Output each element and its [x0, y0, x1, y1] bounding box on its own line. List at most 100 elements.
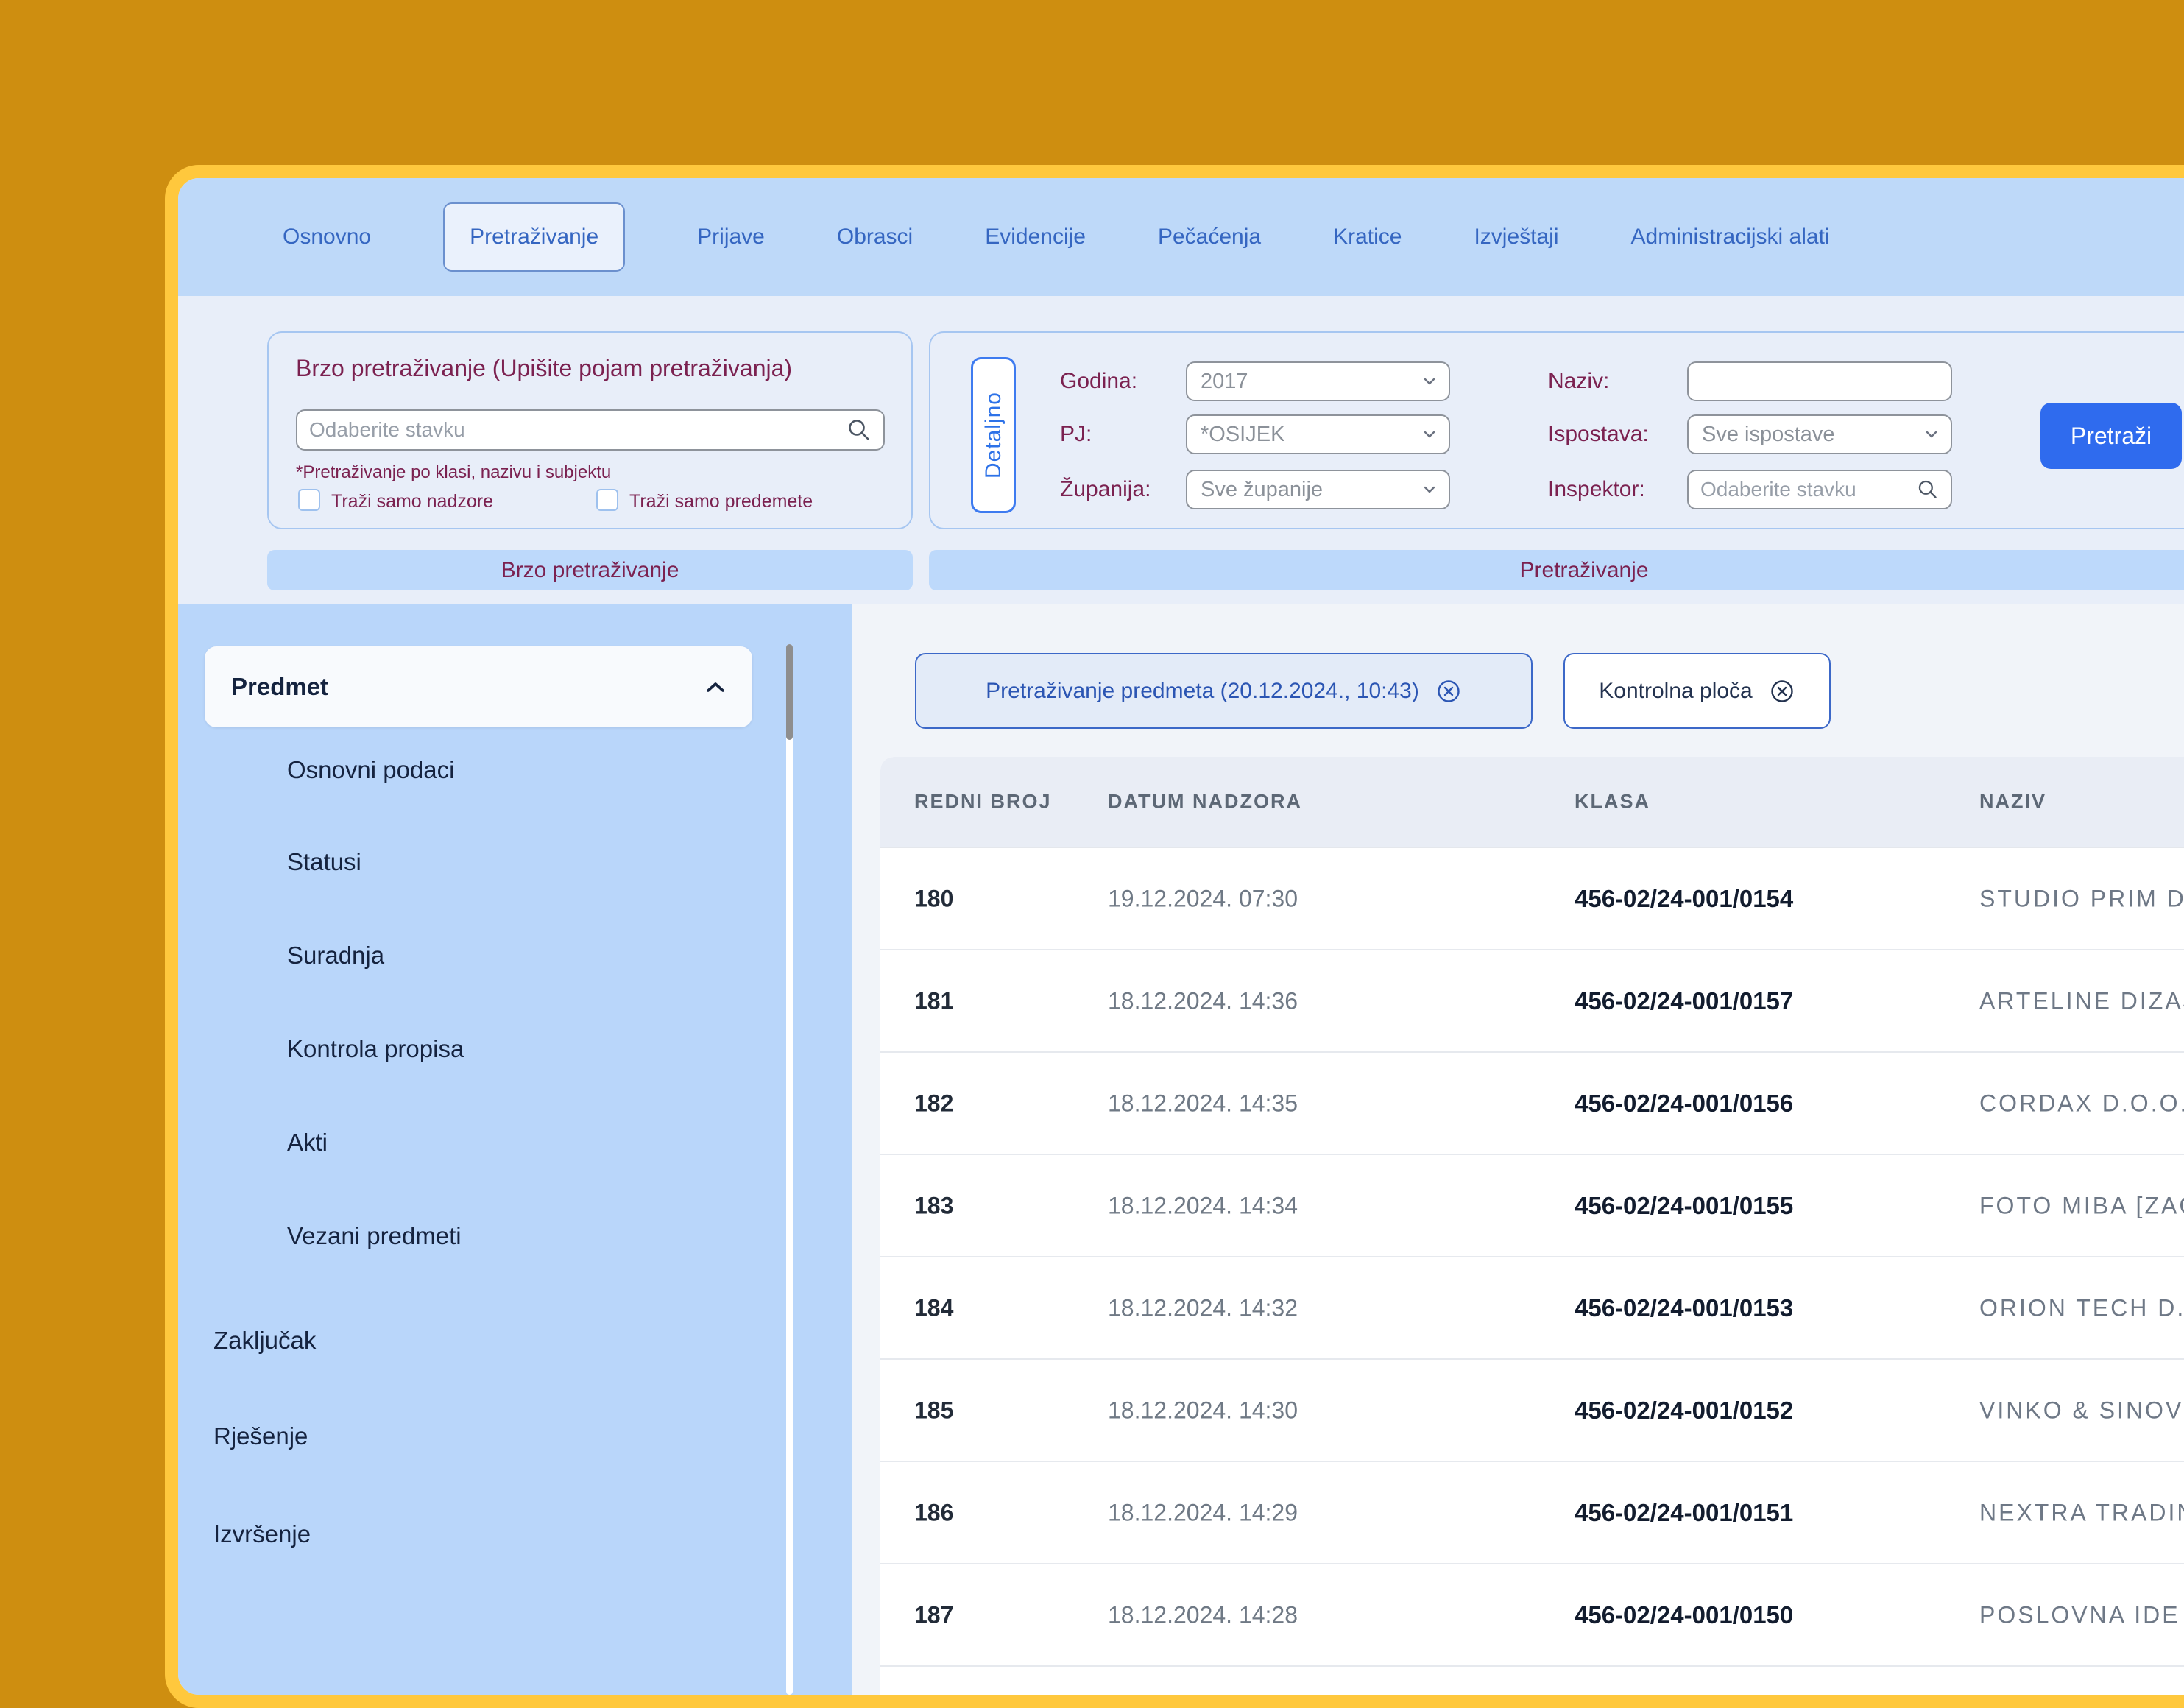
- sidebar-item-osnovni-podaci[interactable]: Osnovni podaci: [287, 756, 454, 784]
- quick-search-options: Traži samo nadzore Traži samo predemete: [269, 489, 911, 514]
- cell-redni: 184: [914, 1294, 953, 1321]
- cell-klasa: 456-02/24-001/0153: [1575, 1294, 1793, 1322]
- table-row[interactable]: 18518.12.2024. 14:30456-02/24-001/0152VI…: [880, 1360, 2184, 1462]
- quick-search-input[interactable]: [297, 418, 847, 442]
- cell-redni: 182: [914, 1090, 953, 1117]
- sidebar-scrollbar-thumb[interactable]: [786, 644, 793, 740]
- sidebar-item-rješenje[interactable]: Rješenje: [213, 1422, 308, 1450]
- sidebar: Predmet Osnovni podaci Statusi Suradnja Kon…: [178, 604, 852, 1695]
- cell-datum: 18.12.2024. 14:32: [1108, 1294, 1298, 1321]
- search-icon[interactable]: [1917, 479, 1939, 501]
- cell-redni: 181: [914, 987, 953, 1014]
- quick-search-footer-tab[interactable]: Brzo pretraživanje: [267, 550, 913, 590]
- nav-tab-osnovno[interactable]: Osnovno: [283, 225, 371, 250]
- nav-tab-pečaćenja[interactable]: Pečaćenja: [1158, 225, 1261, 250]
- pj-select[interactable]: *OSIJEK: [1186, 414, 1450, 454]
- checkbox-trazi-samo-nadzore[interactable]: [298, 489, 320, 511]
- zupanija-select[interactable]: Sve županije: [1186, 470, 1450, 509]
- column-header-datum-nadzora[interactable]: DATUM NADZORA: [1108, 791, 1302, 814]
- ispostava-select[interactable]: Sve ispostave: [1687, 414, 1952, 454]
- quick-search-panel: Brzo pretraživanje (Upišite pojam pretra…: [267, 331, 913, 529]
- cell-klasa: 456-02/24-001/0150: [1575, 1601, 1793, 1629]
- nav-tab-kratice[interactable]: Kratice: [1333, 225, 1402, 250]
- nav-tab-evidencije[interactable]: Evidencije: [985, 225, 1086, 250]
- sidebar-item-kontrola-propisa[interactable]: Kontrola propisa: [287, 1035, 464, 1063]
- zupanija-value: Sve županije: [1201, 478, 1424, 502]
- table-row[interactable]: 18318.12.2024. 14:34456-02/24-001/0155FO…: [880, 1155, 2184, 1257]
- godina-label: Godina:: [1060, 369, 1137, 394]
- sidebar-item-suradnja[interactable]: Suradnja: [287, 942, 384, 970]
- pj-label: PJ:: [1060, 422, 1092, 447]
- sidebar-item-zaključak[interactable]: Zaključak: [213, 1327, 316, 1355]
- godina-value: 2017: [1201, 370, 1424, 394]
- result-tab-pretraživanje-predmeta-20-12-2024-10-43[interactable]: Pretraživanje predmeta (20.12.2024., 10:…: [915, 653, 1533, 729]
- chevron-down-icon: [1424, 431, 1435, 438]
- checkbox-trazi-samo-predemete[interactable]: [596, 489, 618, 511]
- checkbox-label: Traži samo predemete: [629, 491, 813, 512]
- sidebar-item-akti[interactable]: Akti: [287, 1129, 328, 1157]
- cell-redni: 185: [914, 1397, 953, 1424]
- nav-tab-pretraživanje[interactable]: Pretraživanje: [443, 202, 625, 272]
- naziv-label: Naziv:: [1548, 369, 1609, 394]
- main-panel: Pretraživanje predmeta (20.12.2024., 10:…: [852, 604, 2184, 1695]
- column-header-redni-broj[interactable]: REDNI BROJ: [914, 791, 1052, 814]
- nav-tab-obrasci[interactable]: Obrasci: [837, 225, 913, 250]
- table-row[interactable]: 182 18.12.2024. 14:35 456-02/24-001/0156 CO…: [880, 1053, 2184, 1155]
- cell-klasa: 456-02/24-001/0157: [1575, 987, 1793, 1015]
- checkbox-label: Traži samo nadzore: [331, 491, 493, 512]
- cell-datum: 18.12.2024. 14:36: [1108, 987, 1298, 1014]
- table-row[interactable]: 18618.12.2024. 14:29456-02/24-001/0151NE…: [880, 1462, 2184, 1564]
- table-row[interactable]: 18418.12.2024. 14:32456-02/24-001/0153OR…: [880, 1257, 2184, 1360]
- close-circle-icon[interactable]: [1769, 678, 1795, 705]
- sidebar-item-vezani-predmeti[interactable]: Vezani predmeti: [287, 1222, 462, 1250]
- cell-naziv: FOTO MIBA [ZAG: [1979, 1192, 2184, 1219]
- pretrazi-button[interactable]: Pretraži: [2040, 403, 2182, 469]
- pj-value: *OSIJEK: [1201, 423, 1424, 447]
- column-header-klasa[interactable]: KLASA: [1575, 791, 1650, 814]
- nav-tab-administracijski-alati[interactable]: Administracijski alati: [1631, 225, 1830, 250]
- quick-search-title: Brzo pretraživanje (Upišite pojam pretra…: [296, 355, 792, 382]
- cell-datum: 18.12.2024. 14:34: [1108, 1192, 1298, 1219]
- sidebar-item-statusi[interactable]: Statusi: [287, 848, 361, 876]
- search-section: Brzo pretraživanje (Upišite pojam pretra…: [178, 296, 2184, 604]
- sidebar-header-label: Predmet: [231, 673, 705, 701]
- result-tab-kontrolna-ploča[interactable]: Kontrolna ploča: [1563, 653, 1831, 729]
- godina-select[interactable]: 2017: [1186, 361, 1450, 401]
- chevron-down-icon: [1424, 486, 1435, 493]
- cell-redni: 187: [914, 1601, 953, 1628]
- naziv-input[interactable]: [1689, 370, 1951, 393]
- nav-tab-prijave[interactable]: Prijave: [697, 225, 765, 250]
- sidebar-item-predmet[interactable]: Predmet: [205, 646, 752, 727]
- cell-datum: 18.12.2024. 14:29: [1108, 1499, 1298, 1526]
- cell-klasa: 456-02/24-001/0156: [1575, 1090, 1793, 1118]
- inspektor-input[interactable]: [1689, 478, 1917, 501]
- results-table: REDNI BROJ DATUM NADZORA KLASA NAZIV 18019.…: [880, 757, 2184, 1699]
- cell-naziv: CORDAX D.O.O.,: [1979, 1090, 2184, 1117]
- chevron-down-icon: [1424, 378, 1435, 385]
- close-circle-icon[interactable]: [1435, 678, 1462, 705]
- table-row[interactable]: 18118.12.2024. 14:36456-02/24-001/0157AR…: [880, 950, 2184, 1053]
- inspektor-field: [1687, 470, 1952, 509]
- result-tab-label: Pretraživanje predmeta (20.12.2024., 10:…: [986, 679, 1419, 704]
- cell-datum: 19.12.2024. 07:30: [1108, 885, 1298, 912]
- table-header-row: REDNI BROJ DATUM NADZORA KLASA NAZIV: [880, 757, 2184, 848]
- nav-tab-izvještaji[interactable]: Izvještaji: [1474, 225, 1558, 250]
- quick-search-note: *Pretraživanje po klasi, nazivu i subjek…: [296, 462, 611, 483]
- detailed-search-panel: Detaljno Godina: 2017 PJ: *OSIJEK Župani…: [929, 331, 2184, 529]
- chevron-up-icon: [705, 681, 726, 693]
- sidebar-item-izvršenje[interactable]: Izvršenje: [213, 1520, 311, 1548]
- desktop-background: { "nav": { "tabs": [ {"label": "Osnovno"…: [0, 0, 2184, 1612]
- result-tab-label: Kontrolna ploča: [1599, 679, 1752, 704]
- table-row[interactable]: 18019.12.2024. 07:30456-02/24-001/0154ST…: [880, 848, 2184, 950]
- detaljno-toggle[interactable]: Detaljno: [971, 357, 1016, 513]
- table-row[interactable]: 18718.12.2024. 14:28456-02/24-001/0150PO…: [880, 1564, 2184, 1667]
- cell-naziv: NEXTRA TRADIN: [1979, 1499, 2184, 1526]
- cell-datum: 18.12.2024. 14:35: [1108, 1090, 1298, 1117]
- detailed-search-footer-label: Pretraživanje: [1519, 558, 1648, 583]
- search-icon[interactable]: [847, 417, 872, 442]
- column-header-naziv[interactable]: NAZIV: [1979, 791, 2046, 814]
- detaljno-label: Detaljno: [981, 392, 1006, 479]
- cell-datum: 18.12.2024. 14:28: [1108, 1601, 1298, 1628]
- sidebar-scrollbar[interactable]: [786, 644, 793, 1695]
- detailed-search-footer-tab[interactable]: Pretraživanje: [929, 550, 2184, 590]
